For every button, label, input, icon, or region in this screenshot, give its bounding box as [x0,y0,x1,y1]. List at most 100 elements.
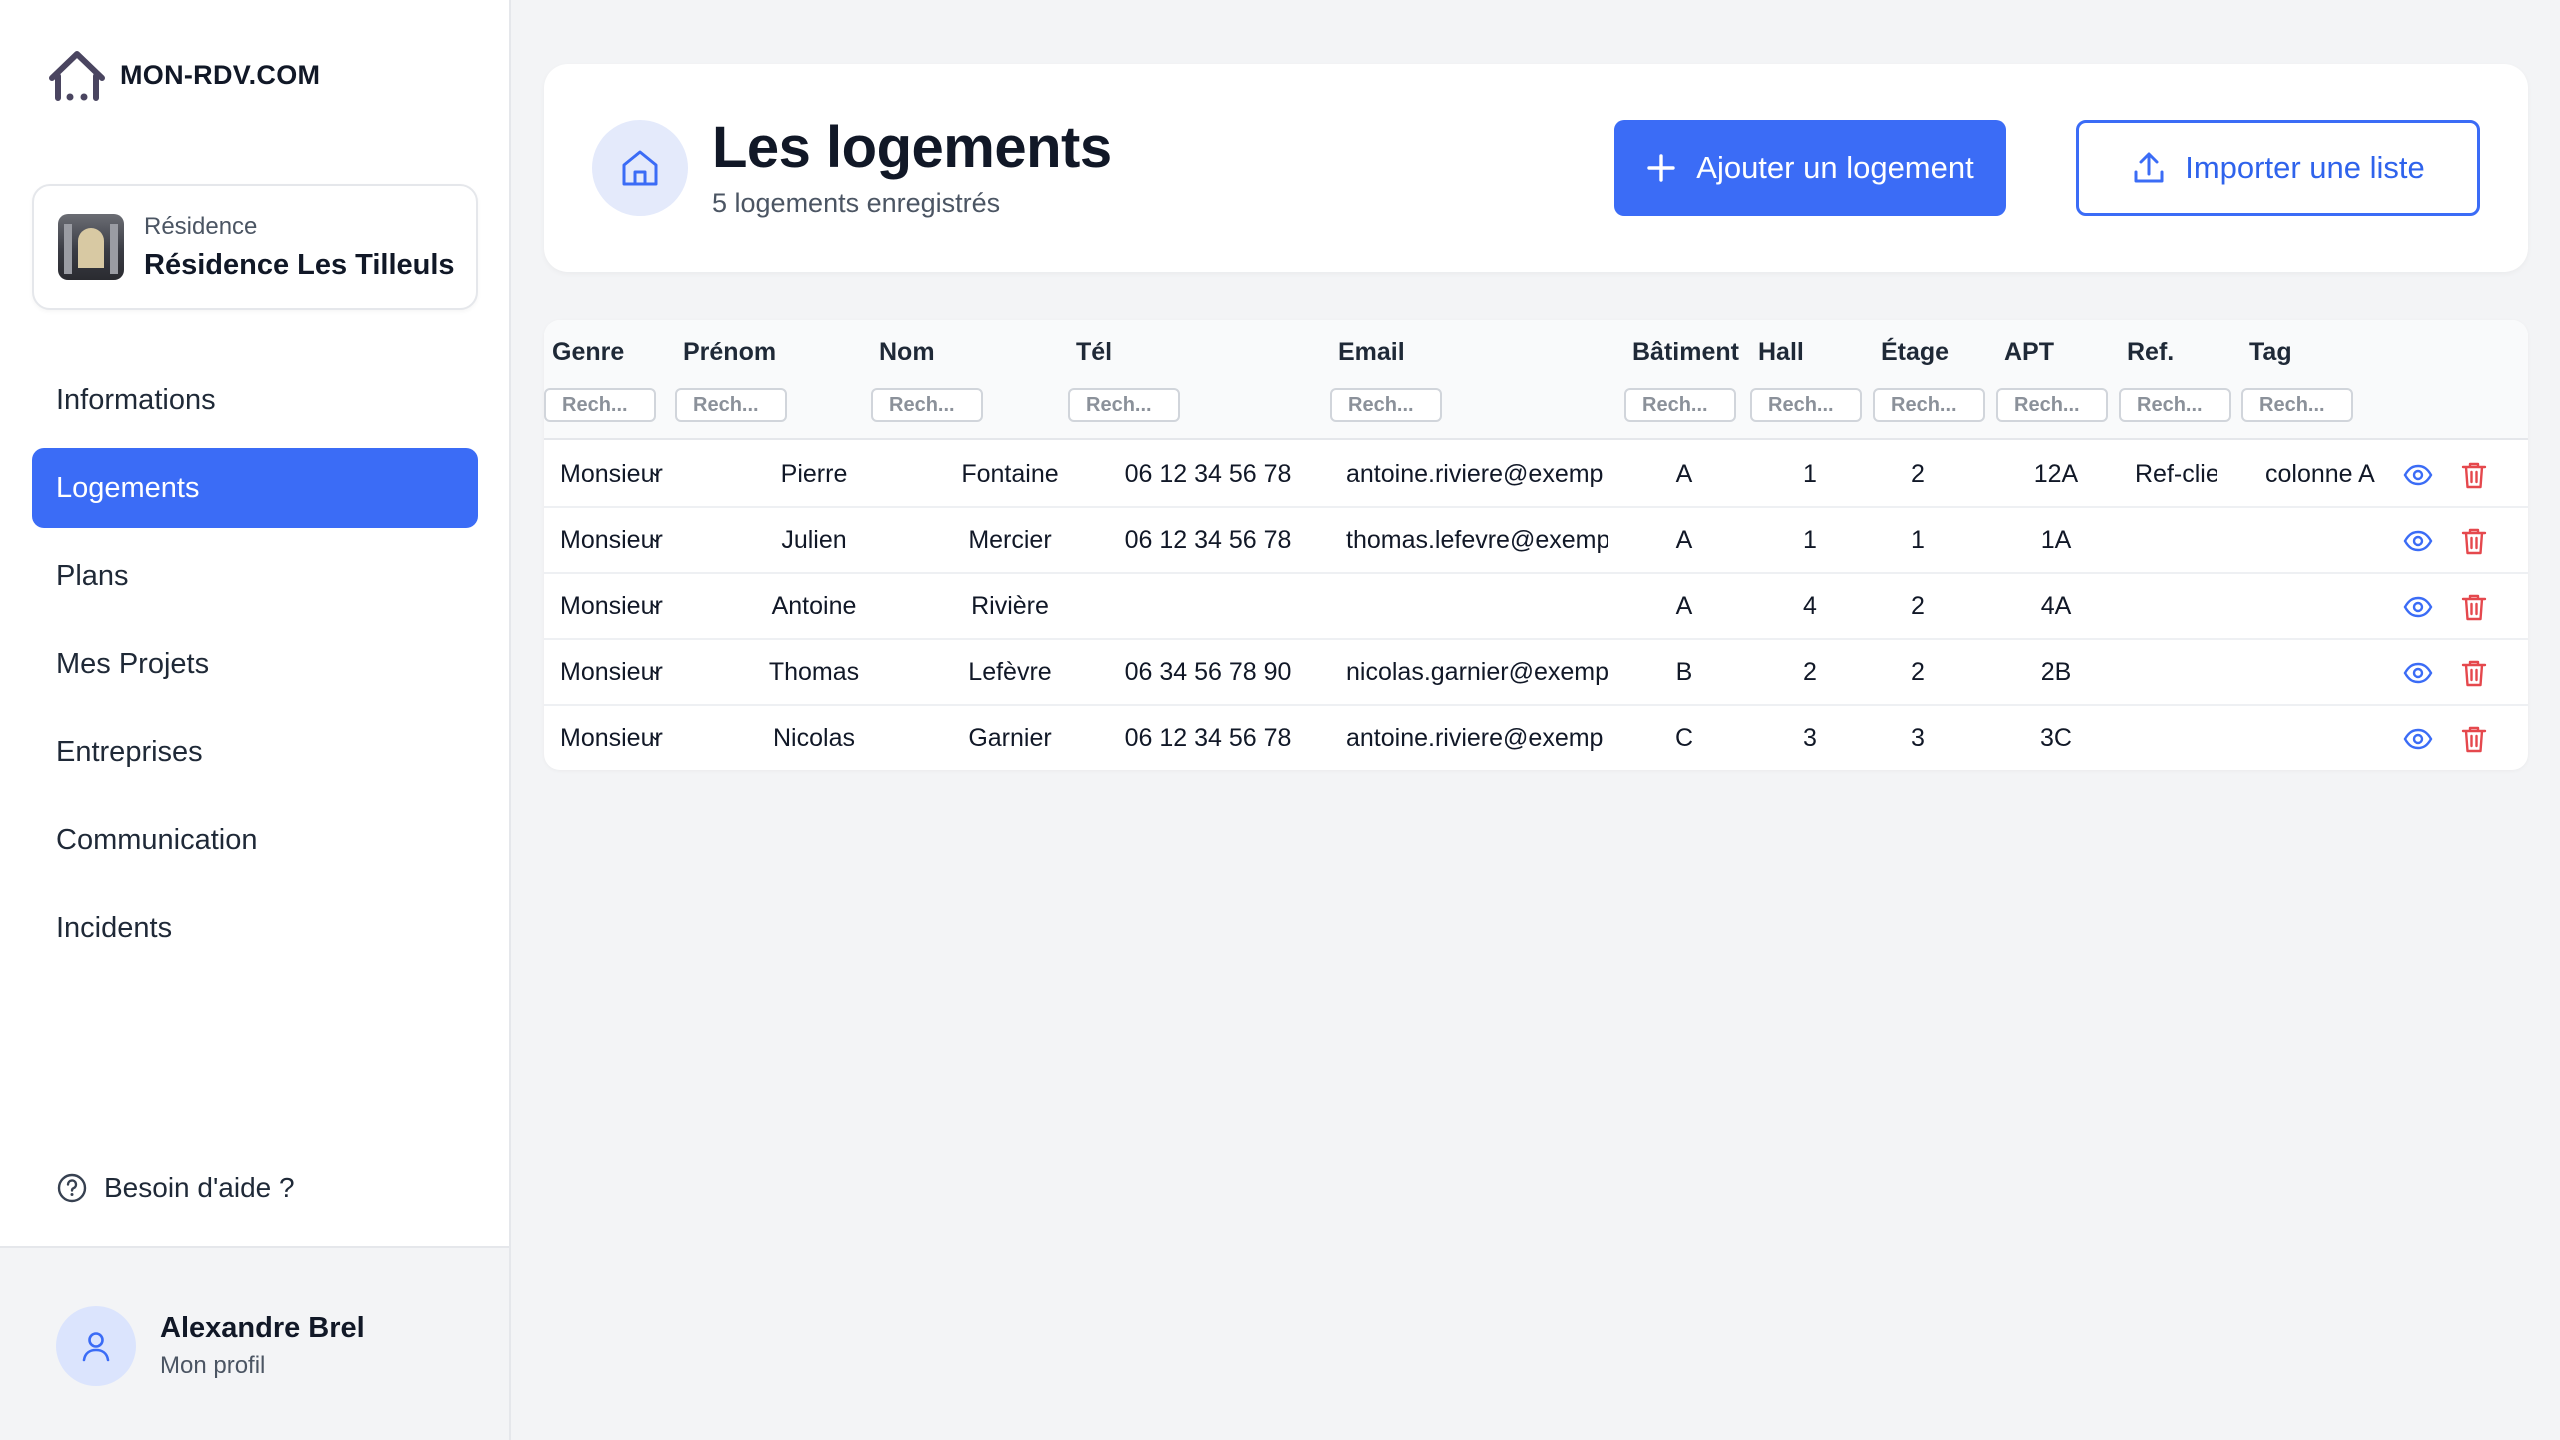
column-header-tel[interactable]: Tél [1076,338,1112,367]
page-title: Les logements [712,115,1112,180]
column-header-batiment[interactable]: Bâtiment [1632,338,1739,367]
cell-batiment: B [1675,658,1693,686]
filter-hall-input[interactable] [1750,388,1862,422]
cell-etage: 2 [1911,658,1925,686]
residence-name: Résidence Les Tilleuls [144,248,455,281]
import-list-button[interactable]: Importer une liste [2076,120,2480,216]
column-header-apt[interactable]: APT [2004,338,2054,367]
column-header-prenom[interactable]: Prénom [683,338,776,367]
add-logement-label: Ajouter un logement [1696,150,1974,185]
cell-email: thomas.lefevre@exemp [1346,526,1608,554]
table-row: Monsieur ⌄ Pierre Fontaine 06 12 34 56 78… [544,442,2528,508]
sidebar-item-plans[interactable]: Plans [32,536,478,616]
cell-etage: 1 [1911,526,1925,554]
home-icon [622,150,658,186]
header-icon-circle [592,120,688,216]
residence-label: Résidence [144,212,258,240]
brand[interactable]: MON-RDV.COM [46,44,320,106]
cell-hall: 1 [1803,460,1817,488]
cell-email: antoine.riviere@exemp [1346,460,1604,488]
view-button[interactable] [2399,522,2437,560]
residence-selector[interactable]: Résidence Résidence Les Tilleuls [32,184,478,310]
cell-hall: 1 [1803,526,1817,554]
sidebar-item-mes-projets[interactable]: Mes Projets [32,624,478,704]
delete-button[interactable] [2455,720,2493,758]
filter-genre-input[interactable] [544,388,656,422]
filter-apt-input[interactable] [1996,388,2108,422]
filter-prenom-input[interactable] [675,388,787,422]
cell-apt: 3C [2040,724,2072,752]
cell-nom: Rivière [971,592,1049,620]
sidebar-item-communication[interactable]: Communication [32,800,478,880]
add-logement-button[interactable]: Ajouter un logement [1614,120,2006,216]
column-header-hall[interactable]: Hall [1758,338,1804,367]
cell-ref: Ref-clie [2135,460,2217,488]
chevron-down-icon: ⌄ [648,526,664,546]
view-button[interactable] [2399,588,2437,626]
filter-tel-input[interactable] [1068,388,1180,422]
cell-apt: 2B [2040,658,2072,686]
filter-email-input[interactable] [1330,388,1442,422]
page-subtitle: 5 logements enregistrés [712,188,1001,218]
cell-email: antoine.riviere@exemp [1346,724,1604,752]
delete-button[interactable] [2455,654,2493,692]
genre-select[interactable]: Monsieur ⌄ [560,658,664,687]
view-button[interactable] [2399,654,2437,692]
table-row: Monsieur ⌄ Antoine Rivière A 4 2 4A [544,574,2528,640]
import-list-label: Importer une liste [2185,150,2425,185]
filter-batiment-input[interactable] [1624,388,1736,422]
cell-email: nicolas.garnier@exemp [1346,658,1608,686]
profile-link[interactable]: Mon profil [160,1352,265,1380]
trash-icon [2461,726,2487,753]
sidebar-item-logements[interactable]: Logements [32,448,478,528]
filter-tag-input[interactable] [2241,388,2353,422]
brand-name: MON-RDV.COM [120,59,321,90]
filter-ref-input[interactable] [2119,388,2231,422]
cell-tel: 06 12 34 56 78 [1124,460,1292,488]
genre-select[interactable]: Monsieur ⌄ [560,460,664,489]
trash-icon [2461,528,2487,555]
filter-nom-input[interactable] [871,388,983,422]
table-row: Monsieur ⌄ Thomas Lefèvre 06 34 56 78 90 … [544,640,2528,706]
delete-button[interactable] [2455,456,2493,494]
page-header: Les logements 5 logements enregistrés Aj… [544,64,2528,272]
view-button[interactable] [2399,720,2437,758]
column-header-nom[interactable]: Nom [879,338,935,367]
chevron-down-icon: ⌄ [648,592,664,612]
filter-etage-input[interactable] [1873,388,1985,422]
cell-batiment: C [1674,724,1694,752]
cell-hall: 3 [1803,724,1817,752]
column-header-ref[interactable]: Ref. [2127,338,2174,367]
trash-icon [2461,462,2487,489]
column-header-tag[interactable]: Tag [2249,338,2292,367]
sidebar-item-informations[interactable]: Informations [32,360,478,440]
cell-tel: 06 12 34 56 78 [1124,724,1292,752]
cell-tel: 06 12 34 56 78 [1124,526,1292,554]
cell-batiment: A [1675,526,1693,554]
delete-button[interactable] [2455,522,2493,560]
column-header-genre[interactable]: Genre [552,338,624,367]
eye-icon [2403,530,2433,552]
sidebar: MON-RDV.COM Résidence Résidence Les Till… [0,0,511,1440]
avatar [56,1306,136,1386]
genre-select[interactable]: Monsieur ⌄ [560,526,664,555]
residence-thumbnail [58,214,124,280]
table-header: Genre Prénom Nom Tél Email Bâtiment Hall… [544,320,2528,440]
cell-apt: 1A [2040,526,2072,554]
cell-tel: 06 34 56 78 90 [1124,658,1292,686]
column-header-email[interactable]: Email [1338,338,1405,367]
genre-select[interactable]: Monsieur ⌄ [560,592,664,621]
cell-batiment: A [1675,592,1693,620]
sidebar-item-incidents[interactable]: Incidents [32,888,478,968]
eye-icon [2403,662,2433,684]
chevron-down-icon: ⌄ [648,460,664,480]
plus-icon [1647,154,1675,182]
delete-button[interactable] [2455,588,2493,626]
column-header-etage[interactable]: Étage [1881,338,1949,367]
sidebar-item-entreprises[interactable]: Entreprises [32,712,478,792]
genre-select[interactable]: Monsieur ⌄ [560,724,664,753]
help-link[interactable]: Besoin d'aide ? [56,1172,295,1204]
sidebar-nav: Informations Logements Plans Mes Projets… [32,360,478,976]
profile-area[interactable]: Alexandre Brel Mon profil [0,1246,509,1440]
view-button[interactable] [2399,456,2437,494]
